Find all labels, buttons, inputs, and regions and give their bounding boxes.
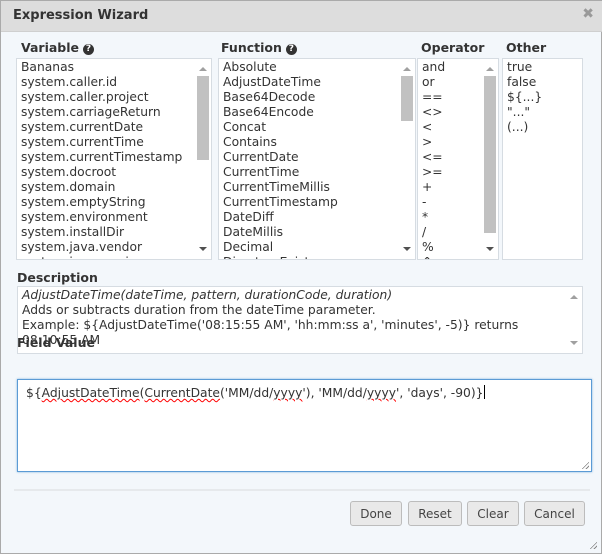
description-label: Description: [17, 270, 98, 285]
list-item[interactable]: system.domain: [21, 180, 211, 195]
operator-label: Operator: [421, 40, 485, 55]
list-item[interactable]: AdjustDateTime: [223, 75, 415, 90]
expr-part: ${: [26, 386, 42, 400]
field-value-input[interactable]: ${AdjustDateTime(CurrentDate('MM/dd/yyyy…: [17, 379, 592, 472]
list-item[interactable]: system.caller.project: [21, 90, 211, 105]
variable-list[interactable]: Bananas system.caller.id system.caller.pro…: [16, 58, 212, 260]
cancel-button[interactable]: Cancel: [524, 501, 585, 526]
scroll-down-icon[interactable]: [486, 247, 494, 251]
field-value-label: Field Value: [17, 335, 95, 350]
list-item[interactable]: Base64Encode: [223, 105, 415, 120]
text-caret: [483, 385, 485, 399]
list-item[interactable]: system.java.vendor: [21, 240, 211, 255]
scroll-down-icon[interactable]: [570, 341, 578, 345]
other-list[interactable]: true false ${...} "..." (...): [502, 58, 583, 260]
scrollbar[interactable]: [483, 59, 497, 259]
expr-part: '), 'MM/dd/: [302, 386, 367, 400]
clear-button[interactable]: Clear: [467, 501, 519, 526]
expr-part: ', 'days', -90)}: [396, 386, 484, 400]
expr-part: yyyy: [366, 386, 396, 400]
dialog-titlebar[interactable]: Expression Wizard ✖: [1, 1, 602, 32]
scrollbar-thumb[interactable]: [484, 76, 496, 233]
function-label: Function?: [221, 40, 297, 55]
function-list[interactable]: Absolute AdjustDateTime Base64Decode Base64…: [218, 58, 416, 260]
variable-label: Variable?: [21, 40, 95, 55]
list-item[interactable]: false: [507, 75, 582, 90]
scroll-up-icon[interactable]: [570, 295, 578, 299]
expr-part: CurrentDate: [144, 386, 220, 400]
help-icon[interactable]: ?: [83, 44, 95, 55]
operator-list[interactable]: andor==<><><=>=+-*/%^: [417, 58, 499, 260]
list-item[interactable]: ${...}: [507, 90, 582, 105]
description-signature: AdjustDateTime(dateTime, pattern, durati…: [22, 288, 393, 302]
list-item[interactable]: (...): [507, 120, 582, 135]
other-label: Other: [506, 40, 547, 55]
list-item[interactable]: CurrentTimestamp: [223, 195, 415, 210]
description-box[interactable]: AdjustDateTime(dateTime, pattern, durati…: [17, 286, 583, 354]
list-item[interactable]: CurrentDate: [223, 150, 415, 165]
scroll-up-icon[interactable]: [199, 67, 207, 71]
list-item[interactable]: system.currentTimestamp: [21, 150, 211, 165]
list-item[interactable]: system.environment: [21, 210, 211, 225]
description-text: Adds or subtracts duration from the date…: [22, 303, 376, 317]
variable-label-text: Variable: [21, 40, 80, 55]
list-item[interactable]: Bananas: [21, 60, 211, 75]
dialog-resize-icon[interactable]: [589, 541, 597, 549]
scroll-down-icon[interactable]: [199, 247, 207, 251]
list-item[interactable]: system.caller.id: [21, 75, 211, 90]
scrollbar[interactable]: [400, 59, 414, 259]
list-item[interactable]: system.currentTime: [21, 135, 211, 150]
list-item[interactable]: Base64Decode: [223, 90, 415, 105]
list-item[interactable]: Decimal: [223, 240, 415, 255]
list-item[interactable]: DateMillis: [223, 225, 415, 240]
divider: [14, 489, 590, 491]
description-scrollbar[interactable]: [567, 287, 581, 353]
reset-button[interactable]: Reset: [408, 501, 462, 526]
list-item[interactable]: Absolute: [223, 60, 415, 75]
list-item[interactable]: true: [507, 60, 582, 75]
function-label-text: Function: [221, 40, 282, 55]
done-button[interactable]: Done: [350, 501, 402, 526]
expr-part: yyyy: [273, 386, 303, 400]
help-icon[interactable]: ?: [285, 44, 297, 55]
list-item[interactable]: CurrentTimeMillis: [223, 180, 415, 195]
list-item[interactable]: DirectoryExists: [223, 255, 415, 259]
list-item[interactable]: system.carriageReturn: [21, 105, 211, 120]
list-item[interactable]: Contains: [223, 135, 415, 150]
list-item[interactable]: DateDiff: [223, 210, 415, 225]
list-item[interactable]: system.java.version: [21, 255, 211, 259]
list-item[interactable]: Concat: [223, 120, 415, 135]
scroll-up-icon[interactable]: [403, 67, 411, 71]
expr-part: ('MM/dd/: [219, 386, 274, 400]
close-icon[interactable]: ✖: [582, 6, 594, 22]
list-item[interactable]: system.docroot: [21, 165, 211, 180]
resize-handle-icon[interactable]: [581, 461, 589, 469]
scroll-up-icon[interactable]: [486, 67, 494, 71]
scroll-down-icon[interactable]: [403, 247, 411, 251]
list-item[interactable]: system.installDir: [21, 225, 211, 240]
list-item[interactable]: system.emptyString: [21, 195, 211, 210]
list-item[interactable]: CurrentTime: [223, 165, 415, 180]
scrollbar-thumb[interactable]: [401, 76, 413, 121]
scrollbar[interactable]: [196, 59, 210, 259]
description-example: Example: ${AdjustDateTime('08:15:55 AM',…: [22, 318, 519, 347]
list-item[interactable]: system.currentDate: [21, 120, 211, 135]
expr-part: AdjustDateTime: [41, 386, 140, 400]
scrollbar-thumb[interactable]: [197, 76, 209, 160]
dialog-title: Expression Wizard: [13, 8, 149, 23]
list-item[interactable]: "...": [507, 105, 582, 120]
